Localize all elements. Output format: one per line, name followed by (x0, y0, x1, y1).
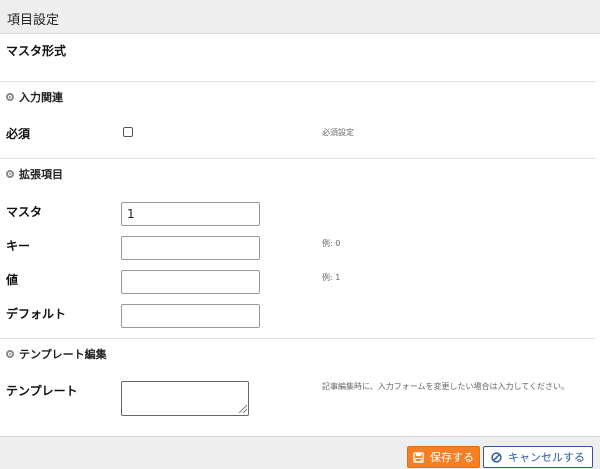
cancel-button-label: キャンセルする (508, 451, 585, 464)
dialog-header: 項目設定 (0, 0, 600, 34)
value-input[interactable] (121, 270, 260, 294)
cancel-button[interactable]: キャンセルする (483, 446, 593, 468)
section-bullet-icon (6, 350, 14, 358)
section-bullet-icon (6, 170, 14, 178)
section-extension-title: 拡張項目 (19, 168, 63, 181)
key-note: 例: 0 (322, 239, 341, 248)
default-label: デフォルト (6, 307, 67, 321)
required-checkbox[interactable] (123, 127, 133, 137)
section-input-title: 入力関連 (19, 91, 63, 104)
key-input[interactable] (121, 236, 260, 260)
section-input-heading: 入力関連 (6, 89, 63, 105)
master-label: マスタ (6, 205, 43, 219)
required-note: 必須設定 (322, 128, 354, 137)
dialog-footer: 保存する キャンセルする (0, 436, 600, 469)
key-label: キー (6, 239, 31, 253)
dialog-title: 項目設定 (7, 13, 60, 28)
divider (0, 338, 596, 339)
default-input[interactable] (121, 304, 260, 328)
master-input[interactable] (121, 202, 260, 226)
template-label: テンプレート (6, 384, 78, 398)
floppy-disk-icon (413, 451, 424, 463)
save-button[interactable]: 保存する (407, 446, 480, 468)
template-note: 記事編集時に、入力フォームを変更したい場合は入力してください。 (322, 382, 570, 391)
section-template-heading: テンプレート編集 (6, 346, 107, 362)
value-note: 例: 1 (322, 273, 341, 282)
template-textarea[interactable] (121, 381, 249, 416)
divider (0, 81, 596, 82)
field-type-title: マスタ形式 (6, 44, 67, 58)
divider (0, 158, 596, 159)
resize-grip-icon[interactable] (239, 405, 247, 413)
section-template-title: テンプレート編集 (19, 348, 107, 361)
required-label: 必須 (6, 127, 31, 141)
section-extension-heading: 拡張項目 (6, 166, 63, 182)
ban-icon (491, 451, 502, 463)
save-button-label: 保存する (430, 451, 474, 464)
value-label: 値 (6, 273, 19, 287)
section-bullet-icon (6, 93, 14, 101)
